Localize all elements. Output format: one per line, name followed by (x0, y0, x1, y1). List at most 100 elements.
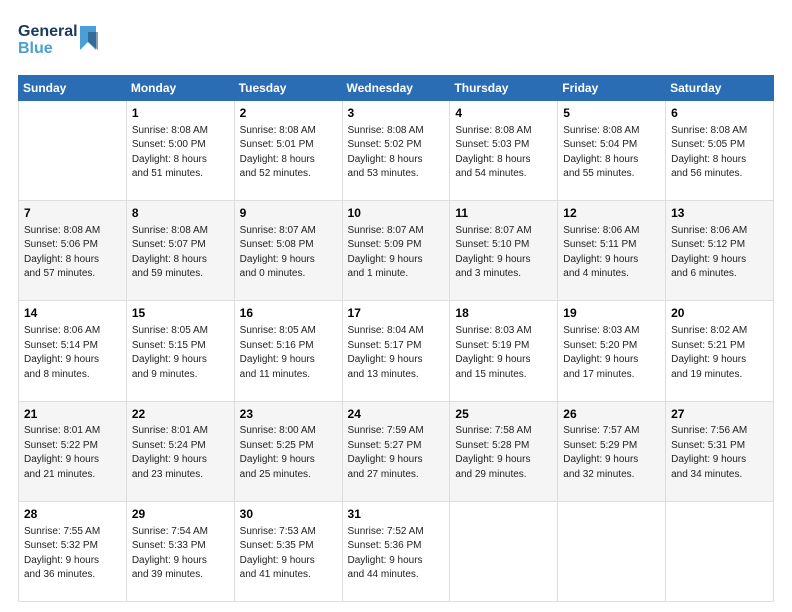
week-row-5: 28 Sunrise: 7:55 AM Sunset: 5:32 PM Dayli… (19, 501, 774, 601)
day-cell: 16 Sunrise: 8:05 AM Sunset: 5:16 PM Dayli… (234, 301, 342, 401)
day-number: 11 (455, 205, 552, 222)
svg-text:Blue: Blue (18, 40, 53, 57)
page: General Blue SundayMondayTuesdayWednesda… (0, 0, 792, 612)
day-info: Sunrise: 7:55 AM Sunset: 5:32 PM Dayligh… (24, 525, 121, 583)
day-cell: 2 Sunrise: 8:08 AM Sunset: 5:01 PM Daylig… (234, 101, 342, 201)
day-cell: 19 Sunrise: 8:03 AM Sunset: 5:20 PM Dayli… (558, 301, 666, 401)
day-cell (666, 501, 774, 601)
day-cell: 20Sunrise: 8:02 AM Sunset: 5:21 PM Dayli… (666, 301, 774, 401)
day-number: 8 (132, 205, 229, 222)
day-number: 28 (24, 506, 121, 523)
day-cell: 30Sunrise: 7:53 AM Sunset: 5:35 PM Dayli… (234, 501, 342, 601)
day-info: Sunrise: 8:08 AM Sunset: 5:06 PM Dayligh… (24, 224, 121, 282)
day-info: Sunrise: 8:03 AM Sunset: 5:20 PM Dayligh… (563, 324, 660, 382)
day-cell: 6 Sunrise: 8:08 AM Sunset: 5:05 PM Daylig… (666, 101, 774, 201)
day-number: 1 (132, 105, 229, 122)
day-number: 10 (348, 205, 445, 222)
day-header-row: SundayMondayTuesdayWednesdayThursdayFrid… (19, 76, 774, 101)
day-info: Sunrise: 8:08 AM Sunset: 5:04 PM Dayligh… (563, 124, 660, 182)
day-info: Sunrise: 8:08 AM Sunset: 5:03 PM Dayligh… (455, 124, 552, 182)
svg-text:General: General (18, 23, 78, 40)
day-info: Sunrise: 8:07 AM Sunset: 5:09 PM Dayligh… (348, 224, 445, 282)
day-cell: 12 Sunrise: 8:06 AM Sunset: 5:11 PM Dayli… (558, 201, 666, 301)
day-of-week-wednesday: Wednesday (342, 76, 450, 101)
day-number: 12 (563, 205, 660, 222)
day-cell (450, 501, 558, 601)
day-info: Sunrise: 8:03 AM Sunset: 5:19 PM Dayligh… (455, 324, 552, 382)
day-of-week-thursday: Thursday (450, 76, 558, 101)
day-info: Sunrise: 8:08 AM Sunset: 5:01 PM Dayligh… (240, 124, 337, 182)
day-info: Sunrise: 7:54 AM Sunset: 5:33 PM Dayligh… (132, 525, 229, 583)
day-cell: 9 Sunrise: 8:07 AM Sunset: 5:08 PM Daylig… (234, 201, 342, 301)
day-cell: 27Sunrise: 7:56 AM Sunset: 5:31 PM Dayli… (666, 401, 774, 501)
day-number: 22 (132, 406, 229, 423)
day-info: Sunrise: 8:06 AM Sunset: 5:14 PM Dayligh… (24, 324, 121, 382)
day-cell: 22Sunrise: 8:01 AM Sunset: 5:24 PM Dayli… (126, 401, 234, 501)
day-info: Sunrise: 8:08 AM Sunset: 5:02 PM Dayligh… (348, 124, 445, 182)
day-cell: 4 Sunrise: 8:08 AM Sunset: 5:03 PM Daylig… (450, 101, 558, 201)
day-cell (19, 101, 127, 201)
day-info: Sunrise: 8:00 AM Sunset: 5:25 PM Dayligh… (240, 424, 337, 482)
day-info: Sunrise: 7:53 AM Sunset: 5:35 PM Dayligh… (240, 525, 337, 583)
header: General Blue (18, 18, 774, 65)
week-row-2: 7 Sunrise: 8:08 AM Sunset: 5:06 PM Daylig… (19, 201, 774, 301)
day-number: 13 (671, 205, 768, 222)
logo-text: General Blue (18, 18, 108, 65)
day-number: 19 (563, 305, 660, 322)
day-info: Sunrise: 8:08 AM Sunset: 5:00 PM Dayligh… (132, 124, 229, 182)
day-info: Sunrise: 8:01 AM Sunset: 5:22 PM Dayligh… (24, 424, 121, 482)
day-number: 24 (348, 406, 445, 423)
day-number: 14 (24, 305, 121, 322)
logo: General Blue (18, 18, 108, 65)
day-number: 4 (455, 105, 552, 122)
day-cell: 18Sunrise: 8:03 AM Sunset: 5:19 PM Dayli… (450, 301, 558, 401)
day-cell: 3Sunrise: 8:08 AM Sunset: 5:02 PM Daylig… (342, 101, 450, 201)
day-number: 21 (24, 406, 121, 423)
day-cell: 28 Sunrise: 7:55 AM Sunset: 5:32 PM Dayli… (19, 501, 127, 601)
day-number: 6 (671, 105, 768, 122)
day-info: Sunrise: 7:56 AM Sunset: 5:31 PM Dayligh… (671, 424, 768, 482)
calendar-table: SundayMondayTuesdayWednesdayThursdayFrid… (18, 75, 774, 602)
day-info: Sunrise: 7:59 AM Sunset: 5:27 PM Dayligh… (348, 424, 445, 482)
day-of-week-saturday: Saturday (666, 76, 774, 101)
day-cell (558, 501, 666, 601)
day-info: Sunrise: 7:57 AM Sunset: 5:29 PM Dayligh… (563, 424, 660, 482)
day-cell: 5 Sunrise: 8:08 AM Sunset: 5:04 PM Daylig… (558, 101, 666, 201)
day-of-week-friday: Friday (558, 76, 666, 101)
day-cell: 26Sunrise: 7:57 AM Sunset: 5:29 PM Dayli… (558, 401, 666, 501)
day-number: 9 (240, 205, 337, 222)
day-info: Sunrise: 8:07 AM Sunset: 5:10 PM Dayligh… (455, 224, 552, 282)
day-info: Sunrise: 8:02 AM Sunset: 5:21 PM Dayligh… (671, 324, 768, 382)
day-of-week-monday: Monday (126, 76, 234, 101)
day-number: 16 (240, 305, 337, 322)
day-cell: 25Sunrise: 7:58 AM Sunset: 5:28 PM Dayli… (450, 401, 558, 501)
day-cell: 10 Sunrise: 8:07 AM Sunset: 5:09 PM Dayli… (342, 201, 450, 301)
day-cell: 17 Sunrise: 8:04 AM Sunset: 5:17 PM Dayli… (342, 301, 450, 401)
day-info: Sunrise: 8:05 AM Sunset: 5:15 PM Dayligh… (132, 324, 229, 382)
day-info: Sunrise: 7:52 AM Sunset: 5:36 PM Dayligh… (348, 525, 445, 583)
day-number: 5 (563, 105, 660, 122)
day-cell: 31 Sunrise: 7:52 AM Sunset: 5:36 PM Dayli… (342, 501, 450, 601)
day-of-week-tuesday: Tuesday (234, 76, 342, 101)
day-number: 2 (240, 105, 337, 122)
day-number: 17 (348, 305, 445, 322)
day-number: 29 (132, 506, 229, 523)
day-info: Sunrise: 8:07 AM Sunset: 5:08 PM Dayligh… (240, 224, 337, 282)
day-cell: 23Sunrise: 8:00 AM Sunset: 5:25 PM Dayli… (234, 401, 342, 501)
day-info: Sunrise: 8:06 AM Sunset: 5:11 PM Dayligh… (563, 224, 660, 282)
day-info: Sunrise: 8:06 AM Sunset: 5:12 PM Dayligh… (671, 224, 768, 282)
day-info: Sunrise: 8:05 AM Sunset: 5:16 PM Dayligh… (240, 324, 337, 382)
day-cell: 14 Sunrise: 8:06 AM Sunset: 5:14 PM Dayli… (19, 301, 127, 401)
day-cell: 29 Sunrise: 7:54 AM Sunset: 5:33 PM Dayli… (126, 501, 234, 601)
day-number: 23 (240, 406, 337, 423)
day-number: 7 (24, 205, 121, 222)
day-of-week-sunday: Sunday (19, 76, 127, 101)
day-info: Sunrise: 8:04 AM Sunset: 5:17 PM Dayligh… (348, 324, 445, 382)
day-cell: 21Sunrise: 8:01 AM Sunset: 5:22 PM Dayli… (19, 401, 127, 501)
day-number: 25 (455, 406, 552, 423)
day-cell: 7 Sunrise: 8:08 AM Sunset: 5:06 PM Daylig… (19, 201, 127, 301)
day-number: 31 (348, 506, 445, 523)
day-info: Sunrise: 8:08 AM Sunset: 5:05 PM Dayligh… (671, 124, 768, 182)
week-row-3: 14 Sunrise: 8:06 AM Sunset: 5:14 PM Dayli… (19, 301, 774, 401)
week-row-1: 1 Sunrise: 8:08 AM Sunset: 5:00 PM Daylig… (19, 101, 774, 201)
